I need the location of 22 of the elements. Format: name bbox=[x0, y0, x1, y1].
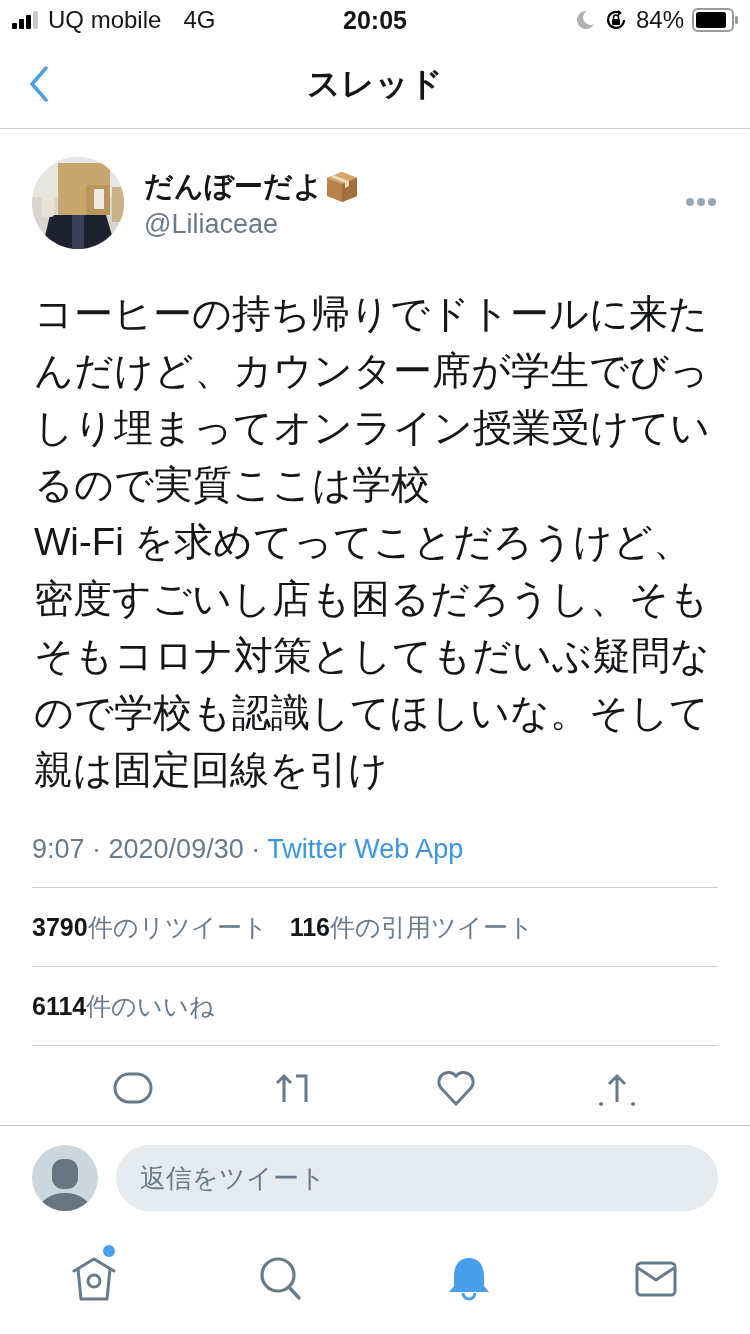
retweet-count[interactable]: 3790件のリツイート bbox=[32, 910, 268, 944]
bell-icon[interactable] bbox=[446, 1256, 491, 1302]
carrier-name: UQ mobile bbox=[48, 6, 162, 34]
quote-count[interactable]: 116件の引用ツイート bbox=[289, 910, 534, 944]
tweet-timestamp: 9:07 · 2020/09/30 · bbox=[32, 834, 262, 864]
page-title: スレッド bbox=[307, 63, 443, 104]
user-name: だんぼーだよ bbox=[144, 168, 323, 204]
battery-icon bbox=[692, 8, 738, 32]
clock-time: 20:05 bbox=[343, 5, 407, 35]
like-count[interactable]: 6114件のいいね bbox=[32, 989, 216, 1023]
user-handle: @Liliaceae bbox=[144, 208, 279, 240]
search-icon[interactable] bbox=[259, 1256, 304, 1302]
home-icon[interactable] bbox=[71, 1255, 116, 1303]
network-type: 4G bbox=[183, 6, 216, 34]
battery-percent: 84% bbox=[635, 6, 684, 34]
more-icon[interactable] bbox=[686, 197, 716, 207]
back-icon[interactable] bbox=[28, 66, 50, 102]
mail-icon[interactable] bbox=[635, 1261, 678, 1297]
signal-icon bbox=[12, 11, 40, 29]
reply-field[interactable]: 返信をツイート bbox=[116, 1145, 718, 1211]
package-icon bbox=[325, 169, 359, 204]
tweet-text: コーヒーの持ち帰りでドトールに来たんだけど、カウンター席が学生でびっしり埋まってオンライン授業受けているので実質ここは学校 Wi-Fi を求めてってことだろうけど、密度すごいし店も困るだろうし、そもそもコロナ対策としてもだいぶ疑問なので学校も認識してほしいな。そして親は固定回線を引け bbox=[33, 291, 711, 793]
